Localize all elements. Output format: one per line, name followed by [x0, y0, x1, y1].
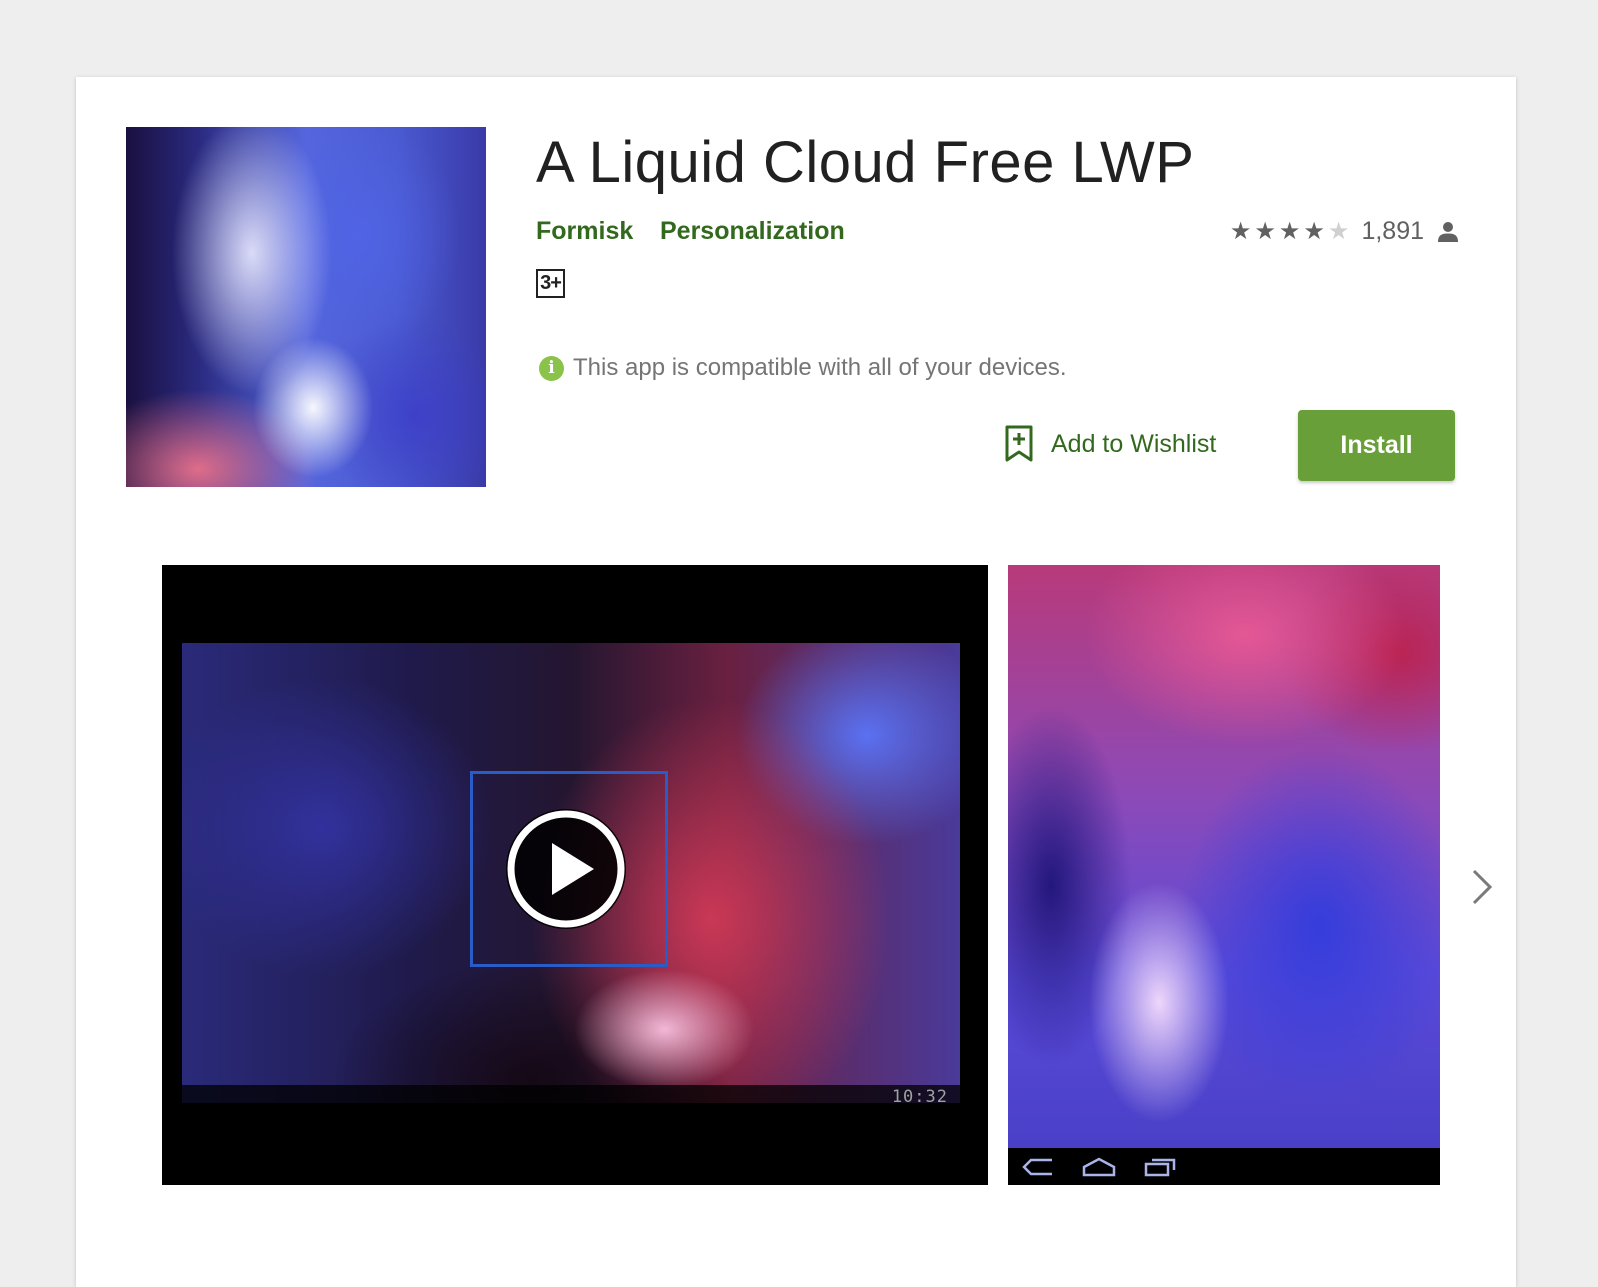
app-icon-image: [126, 127, 486, 487]
content-rating-badge: 3+: [536, 269, 565, 298]
add-to-wishlist-button[interactable]: Add to Wishlist: [1004, 425, 1216, 463]
info-icon: i: [539, 355, 564, 381]
video-trailer-thumbnail[interactable]: 10:32: [162, 565, 988, 1185]
screenshot-image: [1008, 565, 1440, 1148]
star-empty-icon: ★: [1327, 217, 1350, 245]
screenshot-thumbnail[interactable]: [1008, 565, 1440, 1185]
video-clock-text: 10:32: [891, 1087, 948, 1107]
star-filled-icon: ★: [1303, 217, 1325, 245]
person-icon: [1438, 221, 1458, 243]
install-button[interactable]: Install: [1298, 410, 1455, 481]
star-filled-icon: ★: [1278, 217, 1301, 245]
video-status-bar: [182, 1085, 960, 1111]
home-icon: [1082, 1157, 1116, 1177]
compatibility-notice: i This app is compatible with all of you…: [539, 354, 1067, 382]
app-title: A Liquid Cloud Free LWP: [536, 130, 1195, 195]
play-icon[interactable]: [502, 805, 630, 933]
back-icon: [1022, 1157, 1054, 1177]
developer-link[interactable]: Formisk: [536, 217, 633, 246]
star-filled-icon: ★: [1229, 217, 1252, 245]
bookmark-add-icon: [1005, 425, 1033, 462]
star-filled-icon: ★: [1254, 217, 1276, 245]
rating-summary: ★ ★ ★ ★ ★ 1,891: [1230, 217, 1458, 246]
chevron-right-icon[interactable]: [1466, 867, 1496, 907]
app-details-card: A Liquid Cloud Free LWP Formisk Personal…: [76, 77, 1516, 1287]
wishlist-label: Add to Wishlist: [1051, 429, 1217, 458]
device-nav-bar: [1008, 1148, 1440, 1185]
recent-apps-icon: [1144, 1157, 1176, 1177]
rating-stars: ★ ★ ★ ★ ★: [1229, 217, 1350, 245]
compatibility-text: This app is compatible with all of your …: [573, 354, 1067, 381]
rating-count: 1,891: [1361, 217, 1424, 245]
category-link[interactable]: Personalization: [660, 217, 845, 246]
